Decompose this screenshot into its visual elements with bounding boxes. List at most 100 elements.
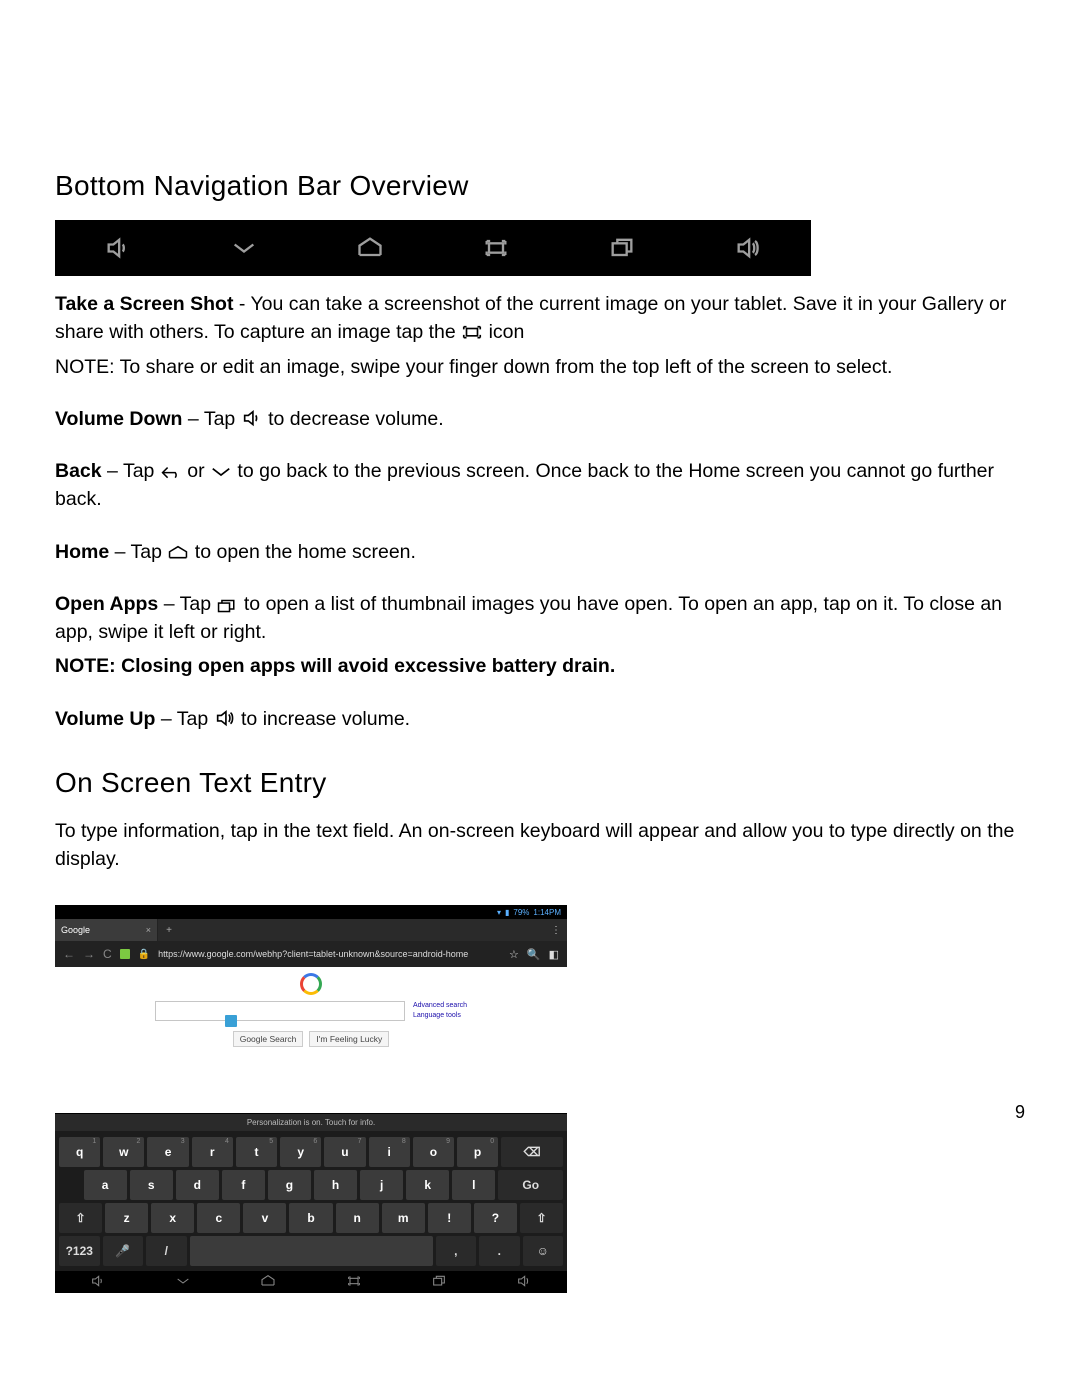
site-info-icon[interactable] [120, 949, 130, 959]
key-t[interactable]: t5 [236, 1137, 277, 1167]
key-symbols[interactable]: ?123 [59, 1236, 100, 1266]
reload-icon[interactable]: C [103, 947, 112, 961]
key-s[interactable]: s [130, 1170, 173, 1200]
key-comma[interactable]: , [436, 1236, 477, 1266]
key-q[interactable]: q1 [59, 1137, 100, 1167]
nav-forward-icon[interactable]: → [83, 947, 95, 961]
home-icon[interactable] [356, 234, 384, 262]
key-b[interactable]: b [289, 1203, 332, 1233]
nav-back-chevron-icon[interactable] [175, 1273, 191, 1292]
tablet-screenshot: ▾ ▮ 79% 1:14PM Google × + ⋮ ← → C 🔒 http… [55, 905, 567, 1293]
nav-volume-down-icon[interactable] [90, 1273, 106, 1292]
key-u[interactable]: u7 [324, 1137, 365, 1167]
key-![interactable]: ! [428, 1203, 471, 1233]
key-j[interactable]: j [360, 1170, 403, 1200]
key-h[interactable]: h [314, 1170, 357, 1200]
volume-up-inline-icon [214, 709, 236, 727]
bookmarks-icon[interactable]: ◧ [549, 948, 559, 961]
voldown-text-a: – Tap [182, 408, 240, 430]
volume-down-inline-icon [241, 410, 263, 428]
google-search-button[interactable]: Google Search [233, 1031, 304, 1047]
key-c[interactable]: c [197, 1203, 240, 1233]
language-tools-link[interactable]: Language tools [413, 1011, 467, 1020]
key-go[interactable]: Go [498, 1170, 563, 1200]
volume-up-icon[interactable] [734, 234, 762, 262]
keyboard-hint[interactable]: Personalization is on. Touch for info. [55, 1113, 567, 1131]
key-period[interactable]: . [479, 1236, 520, 1266]
new-tab-button[interactable]: + [158, 919, 180, 941]
nav-screenshot-icon[interactable] [346, 1273, 362, 1292]
key-l[interactable]: l [452, 1170, 495, 1200]
nav-home-icon[interactable] [260, 1273, 276, 1292]
key-shift-left[interactable]: ⇧ [59, 1203, 102, 1233]
tab-title: Google [61, 925, 90, 935]
openapps-label: Open Apps [55, 593, 158, 615]
key-p[interactable]: p0 [457, 1137, 498, 1167]
browser-menu-icon[interactable]: ⋮ [545, 919, 567, 941]
key-k[interactable]: k [406, 1170, 449, 1200]
google-logo [300, 973, 322, 995]
screenshot-note: NOTE: To share or edit an image, swipe y… [55, 353, 1015, 381]
key-backspace[interactable]: ⌫ [501, 1137, 563, 1167]
lock-icon: 🔒 [138, 949, 150, 960]
feeling-lucky-button[interactable]: I'm Feeling Lucky [309, 1031, 389, 1047]
recent-apps-inline-icon [216, 596, 238, 614]
key-e[interactable]: e3 [147, 1137, 188, 1167]
back-chevron-icon[interactable] [230, 234, 258, 262]
advanced-search-link[interactable]: Advanced search [413, 1001, 467, 1010]
nav-recent-apps-icon[interactable] [431, 1273, 447, 1292]
key-z[interactable]: z [105, 1203, 148, 1233]
key-g[interactable]: g [268, 1170, 311, 1200]
home-text-b: to open the home screen. [195, 541, 416, 563]
google-search-input[interactable] [155, 1001, 405, 1021]
voldown-label: Volume Down [55, 408, 182, 430]
open-apps-paragraph: Open Apps – Tap to open a list of thumbn… [55, 590, 1015, 647]
key-x[interactable]: x [151, 1203, 194, 1233]
nav-volume-up-icon[interactable] [516, 1273, 532, 1292]
key-d[interactable]: d [176, 1170, 219, 1200]
screenshot-text-b: icon [489, 321, 525, 343]
recent-apps-icon[interactable] [608, 234, 636, 262]
home-inline-icon [167, 544, 189, 562]
address-bar: ← → C 🔒 https://www.google.com/webhp?cli… [55, 941, 567, 967]
status-battery: 79% [513, 908, 529, 917]
home-paragraph: Home – Tap to open the home screen. [55, 538, 1015, 566]
text-entry-paragraph: To type information, tap in the text fie… [55, 817, 1015, 874]
key-slash[interactable]: / [146, 1236, 187, 1266]
back-text-or: or [187, 460, 210, 482]
key-o[interactable]: o9 [413, 1137, 454, 1167]
key-mic[interactable]: 🎤 [103, 1236, 144, 1266]
key-r[interactable]: r4 [192, 1137, 233, 1167]
key-emoji[interactable]: ☺ [523, 1236, 564, 1266]
back-text-a: – Tap [102, 460, 160, 482]
key-?[interactable]: ? [474, 1203, 517, 1233]
bottom-nav-bar [55, 220, 811, 276]
volume-up-paragraph: Volume Up – Tap to increase volume. [55, 705, 1015, 733]
nav-back-icon[interactable]: ← [63, 947, 75, 961]
browser-tab[interactable]: Google × [55, 919, 158, 941]
openapps-text-a: – Tap [158, 593, 216, 615]
wifi-icon: ▾ [497, 908, 501, 917]
search-icon[interactable]: 🔍 [527, 948, 541, 961]
status-bar: ▾ ▮ 79% 1:14PM [55, 905, 567, 919]
back-label: Back [55, 460, 102, 482]
key-shift-right[interactable]: ⇧ [520, 1203, 563, 1233]
text-cursor-handle[interactable] [225, 1015, 237, 1027]
key-v[interactable]: v [243, 1203, 286, 1233]
star-icon[interactable]: ☆ [509, 948, 519, 961]
key-space[interactable] [190, 1236, 433, 1266]
key-y[interactable]: y6 [280, 1137, 321, 1167]
close-tab-icon[interactable]: × [146, 925, 151, 935]
volume-down-icon[interactable] [104, 234, 132, 262]
key-f[interactable]: f [222, 1170, 265, 1200]
heading-text-entry: On Screen Text Entry [55, 767, 1025, 799]
screenshot-inline-icon [461, 323, 483, 341]
key-n[interactable]: n [336, 1203, 379, 1233]
key-w[interactable]: w2 [103, 1137, 144, 1167]
key-a[interactable]: a [84, 1170, 127, 1200]
volup-label: Volume Up [55, 708, 155, 730]
url-text[interactable]: https://www.google.com/webhp?client=tabl… [158, 949, 501, 959]
key-i[interactable]: i8 [369, 1137, 410, 1167]
key-m[interactable]: m [382, 1203, 425, 1233]
screenshot-icon[interactable] [482, 234, 510, 262]
